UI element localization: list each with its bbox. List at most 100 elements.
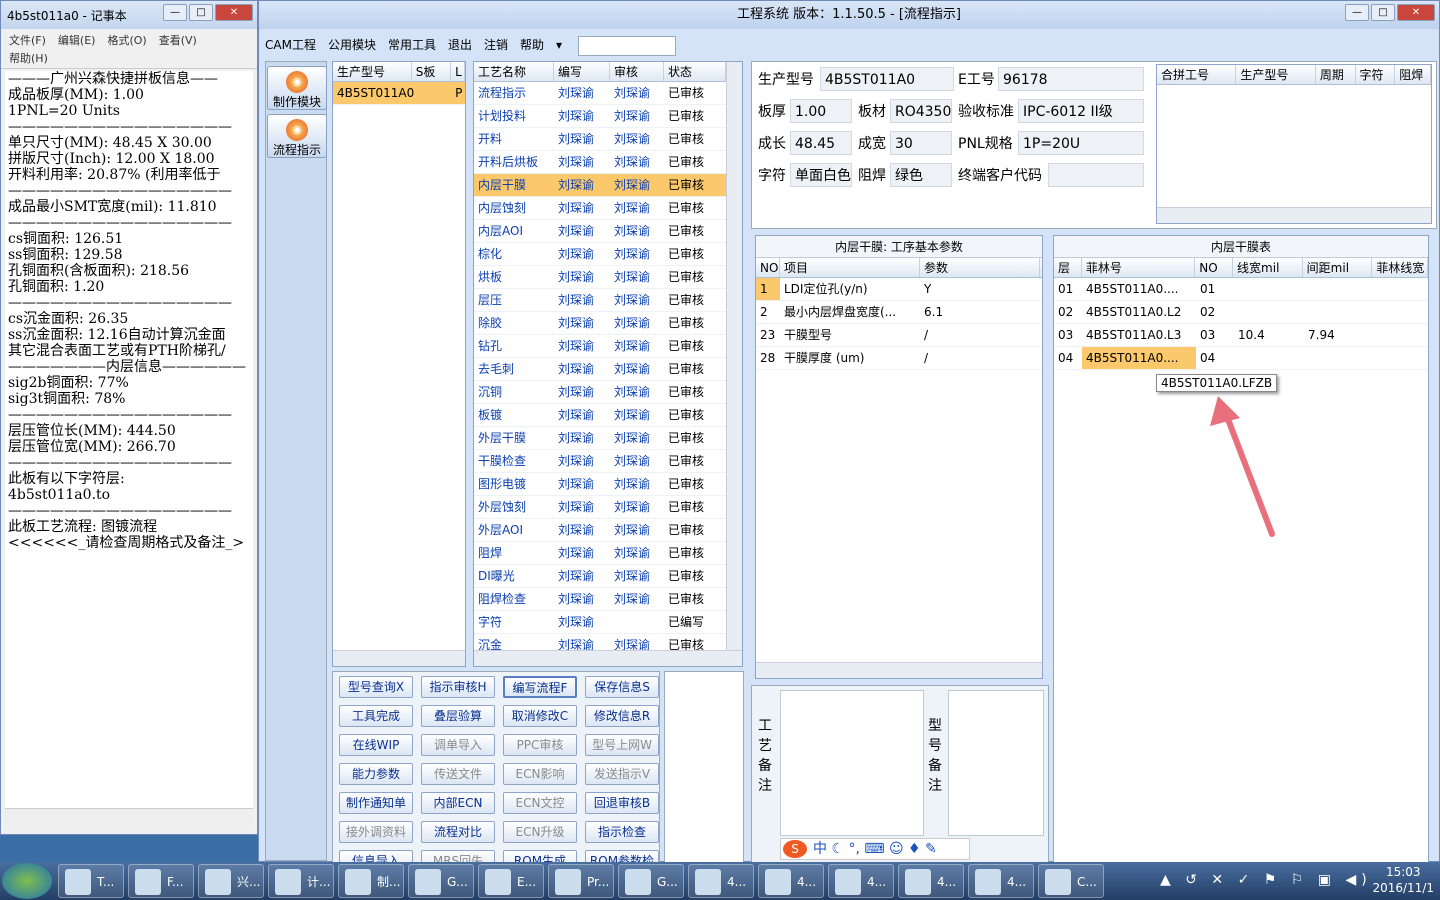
action-button[interactable]: 流程对比 bbox=[421, 821, 495, 843]
action-button[interactable]: 内部ECN bbox=[421, 792, 495, 814]
start-button[interactable] bbox=[2, 863, 52, 899]
process-row[interactable]: 去毛刺 刘琛谕 刘琛谕 已审核 bbox=[474, 358, 742, 381]
action-button[interactable]: 保存信息S bbox=[585, 676, 659, 698]
process-row[interactable]: 阻焊检查 刘琛谕 刘琛谕 已审核 bbox=[474, 588, 742, 611]
menu-tools[interactable]: 常用工具 bbox=[388, 38, 436, 52]
menu-cam[interactable]: CAM工程 bbox=[265, 38, 316, 52]
close-button[interactable]: ✕ bbox=[215, 4, 253, 21]
horizontal-scrollbar[interactable] bbox=[1157, 207, 1431, 223]
customer-code-field[interactable] bbox=[1048, 163, 1144, 187]
param-row[interactable]: 23 干膜型号 / bbox=[756, 324, 1042, 347]
action-button[interactable]: 工具完成 bbox=[339, 705, 413, 727]
taskbar-item[interactable]: 4... bbox=[898, 864, 964, 898]
param-row[interactable]: 1 LDI定位孔(y/n) Y bbox=[756, 278, 1042, 301]
standard-field[interactable]: IPC-6012 II级 bbox=[1018, 99, 1144, 123]
action-button[interactable]: 制作通知单 bbox=[339, 792, 413, 814]
process-row[interactable]: 层压 刘琛谕 刘琛谕 已审核 bbox=[474, 289, 742, 312]
taskbar-item[interactable]: 4... bbox=[968, 864, 1034, 898]
minimize-button[interactable]: — bbox=[1345, 4, 1369, 21]
film-row[interactable]: 01 4B5ST011A0.... 01 bbox=[1054, 278, 1428, 301]
process-notes-input[interactable] bbox=[780, 690, 924, 836]
taskbar-item[interactable]: C... bbox=[1038, 864, 1104, 898]
taskbar-item[interactable]: 制... bbox=[338, 864, 404, 898]
menu-help[interactable]: 帮助(H) bbox=[9, 52, 48, 65]
process-row[interactable]: 内层蚀刻 刘琛谕 刘琛谕 已审核 bbox=[474, 197, 742, 220]
process-row[interactable]: 外层干膜 刘琛谕 刘琛谕 已审核 bbox=[474, 427, 742, 450]
menu-common[interactable]: 公用模块 bbox=[328, 38, 376, 52]
film-row[interactable]: 04 4B5ST011A0.... 04 bbox=[1054, 347, 1428, 370]
toolbar-combo[interactable] bbox=[577, 35, 676, 56]
model-notes-input[interactable] bbox=[948, 690, 1044, 836]
action-button[interactable]: 接外调资料 bbox=[339, 821, 413, 843]
process-row[interactable]: 板镀 刘琛谕 刘琛谕 已审核 bbox=[474, 404, 742, 427]
ime-toolbar[interactable]: S中 ☾ °, ⌨ ☺ ♦ ✎ bbox=[780, 838, 970, 860]
action-button[interactable]: 指示检查 bbox=[585, 821, 659, 843]
process-row[interactable]: 开料后烘板 刘琛谕 刘琛谕 已审核 bbox=[474, 151, 742, 174]
action-button[interactable]: 能力参数 bbox=[339, 763, 413, 785]
menu-logout[interactable]: 注销 bbox=[484, 38, 508, 52]
action-button[interactable]: 型号上网W bbox=[585, 734, 659, 756]
process-row[interactable]: 字符 刘琛谕 已编写 bbox=[474, 611, 742, 634]
action-button[interactable]: 在线WIP bbox=[339, 734, 413, 756]
action-button[interactable]: 修改信息R bbox=[585, 705, 659, 727]
vertical-scrollbar[interactable] bbox=[726, 62, 742, 652]
horizontal-scrollbar[interactable] bbox=[5, 808, 253, 826]
action-button[interactable]: 叠层验算 bbox=[421, 705, 495, 727]
length-field[interactable]: 48.45 bbox=[790, 131, 852, 155]
taskbar-item[interactable]: G... bbox=[618, 864, 684, 898]
param-row[interactable]: 2 最小内层焊盘宽度(... 6.1 bbox=[756, 301, 1042, 324]
action-button[interactable]: 调单导入 bbox=[421, 734, 495, 756]
model-field[interactable]: 4B5ST011A0 bbox=[820, 67, 954, 91]
action-button[interactable]: ECN文控 bbox=[503, 792, 577, 814]
process-row[interactable]: 外层AOI 刘琛谕 刘琛谕 已审核 bbox=[474, 519, 742, 542]
width-field[interactable]: 30 bbox=[890, 131, 952, 155]
mask-field[interactable]: 绿色 bbox=[890, 163, 952, 187]
minimize-button[interactable]: — bbox=[163, 4, 187, 21]
horizontal-scrollbar[interactable] bbox=[333, 650, 465, 666]
action-button[interactable]: 指示审核H bbox=[421, 676, 495, 698]
taskbar-item[interactable]: E... bbox=[478, 864, 544, 898]
close-button[interactable]: ✕ bbox=[1397, 4, 1435, 21]
process-row[interactable]: 开料 刘琛谕 刘琛谕 已审核 bbox=[474, 128, 742, 151]
action-button[interactable]: 型号查询X bbox=[339, 676, 413, 698]
menu-format[interactable]: 格式(O) bbox=[107, 34, 146, 47]
make-module-button[interactable]: ◉ 制作模块 bbox=[267, 66, 327, 110]
action-button[interactable]: 编写流程F bbox=[503, 676, 577, 698]
menu-exit[interactable]: 退出 bbox=[448, 38, 472, 52]
maximize-button[interactable]: □ bbox=[1371, 4, 1395, 21]
process-row[interactable]: 内层干膜 刘琛谕 刘琛谕 已审核 bbox=[474, 174, 742, 197]
process-row[interactable]: DI曝光 刘琛谕 刘琛谕 已审核 bbox=[474, 565, 742, 588]
menu-view[interactable]: 查看(V) bbox=[159, 34, 197, 47]
process-row[interactable]: 干膜检查 刘琛谕 刘琛谕 已审核 bbox=[474, 450, 742, 473]
action-button[interactable]: 取消修改C bbox=[503, 705, 577, 727]
taskbar-item[interactable]: 计... bbox=[268, 864, 334, 898]
action-button[interactable]: PPC审核 bbox=[503, 734, 577, 756]
process-row[interactable]: 钻孔 刘琛谕 刘琛谕 已审核 bbox=[474, 335, 742, 358]
taskbar-item[interactable]: 4... bbox=[828, 864, 894, 898]
param-row[interactable]: 28 干膜厚度 (um) / bbox=[756, 347, 1042, 370]
taskbar-item[interactable]: F... bbox=[128, 864, 194, 898]
tray-icons[interactable]: ▲ ↺ ✕ ✓ ⚑ ⚐ ▣ ◀) bbox=[1160, 872, 1372, 888]
notepad-text-area[interactable]: ———广州兴森快捷拼板信息—— 成品板厚(MM): 1.00 1PNL=20 Uni… bbox=[5, 71, 253, 809]
process-row[interactable]: 烘板 刘琛谕 刘琛谕 已审核 bbox=[474, 266, 742, 289]
taskbar-item[interactable]: 兴... bbox=[198, 864, 264, 898]
film-row[interactable]: 03 4B5ST011A0.L3 03 10.4 7.94 bbox=[1054, 324, 1428, 347]
taskbar-item[interactable]: G... bbox=[408, 864, 474, 898]
process-row[interactable]: 阻焊 刘琛谕 刘琛谕 已审核 bbox=[474, 542, 742, 565]
action-button[interactable]: ECN升级 bbox=[503, 821, 577, 843]
process-row[interactable]: 除胶 刘琛谕 刘琛谕 已审核 bbox=[474, 312, 742, 335]
process-row[interactable]: 计划投料 刘琛谕 刘琛谕 已审核 bbox=[474, 105, 742, 128]
maximize-button[interactable]: □ bbox=[189, 4, 213, 21]
taskbar-item[interactable]: Pr... bbox=[548, 864, 614, 898]
taskbar-item[interactable]: 4... bbox=[688, 864, 754, 898]
process-guide-button[interactable]: ◉ 流程指示 bbox=[267, 114, 327, 158]
eno-field[interactable]: 96178 bbox=[998, 67, 1144, 91]
process-row[interactable]: 沉铜 刘琛谕 刘琛谕 已审核 bbox=[474, 381, 742, 404]
action-button[interactable]: ECN影响 bbox=[503, 763, 577, 785]
taskbar-item[interactable]: T... bbox=[58, 864, 124, 898]
clock[interactable]: 15:03 2016/11/1 bbox=[1372, 864, 1434, 896]
action-button[interactable]: 发送指示V bbox=[585, 763, 659, 785]
horizontal-scrollbar[interactable] bbox=[474, 650, 742, 666]
process-row[interactable]: 棕化 刘琛谕 刘琛谕 已审核 bbox=[474, 243, 742, 266]
action-button[interactable]: 传送文件 bbox=[421, 763, 495, 785]
